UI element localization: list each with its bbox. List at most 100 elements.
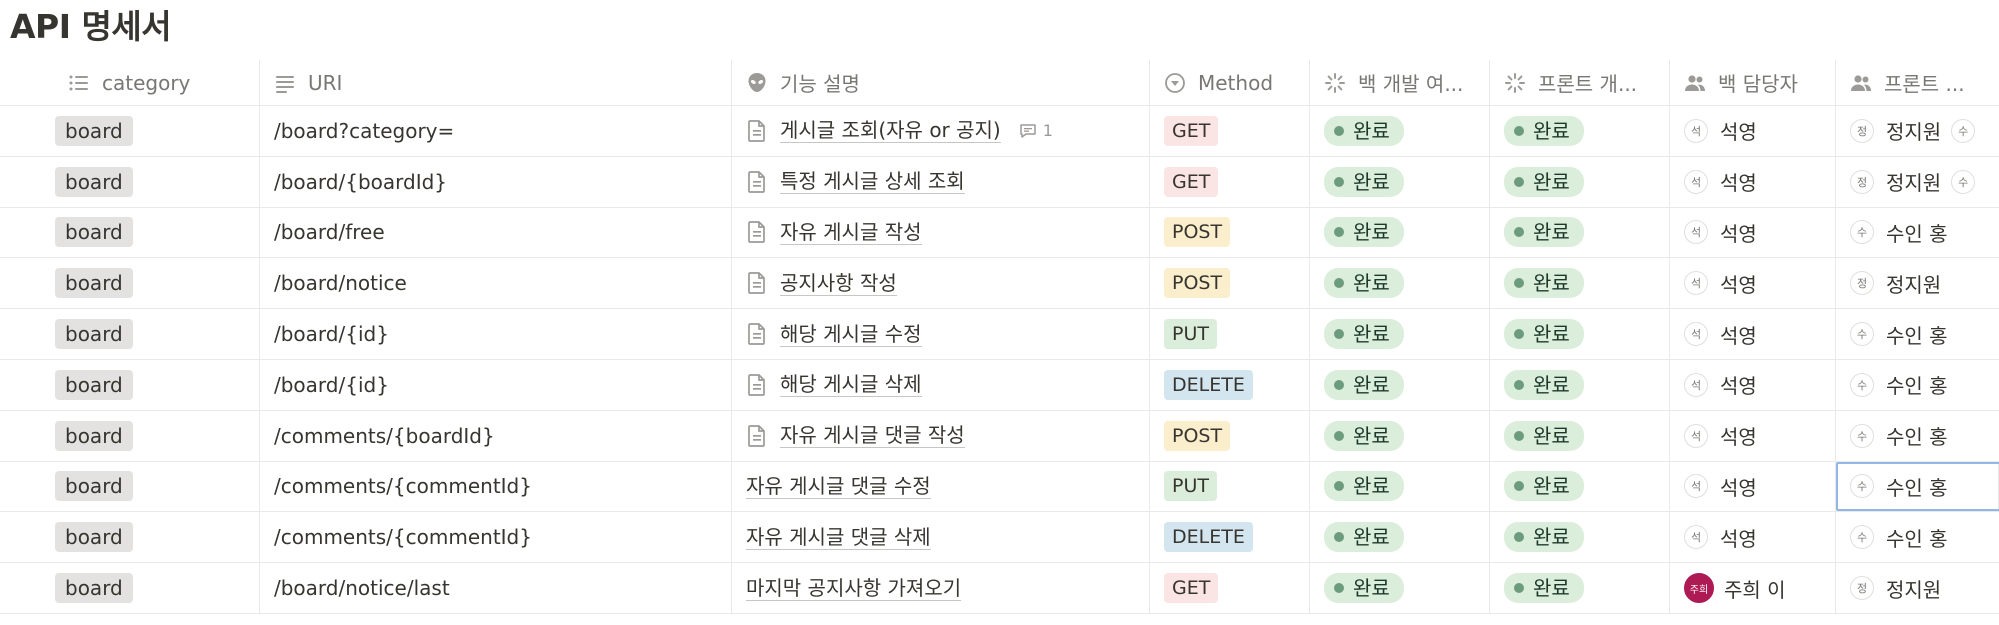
table-row[interactable]: board /comments/{boardId} 자유 게시글 댓글 작성 P… (0, 410, 1999, 462)
backend-owner-cell[interactable]: 석 석영 (1670, 207, 1836, 258)
backend-owner-cell[interactable]: 석 석영 (1670, 461, 1836, 512)
method-cell[interactable]: POST (1150, 207, 1310, 258)
frontend-owner-cell[interactable]: 수 수인 홍 (1836, 512, 1999, 562)
method-cell[interactable]: PUT (1150, 461, 1310, 512)
backend-progress-cell[interactable]: 완료 (1310, 156, 1490, 207)
table-row[interactable]: board /board/free 자유 게시글 작성 POST 완료 완료 석… (0, 207, 1999, 259)
backend-progress-cell[interactable]: 완료 (1310, 207, 1490, 258)
column-header-frontend-progress[interactable]: 프론트 개... (1490, 60, 1670, 105)
category-cell[interactable]: board (0, 156, 260, 207)
description-cell[interactable]: 자유 게시글 댓글 수정 (732, 461, 1150, 512)
frontend-progress-cell[interactable]: 완료 (1490, 410, 1670, 461)
table-row[interactable]: board /board/notice 공지사항 작성 POST 완료 완료 석… (0, 258, 1999, 310)
frontend-owner-cell[interactable]: 정 정지원 수 (1836, 106, 1999, 156)
description-cell[interactable]: 해당 게시글 삭제 (732, 359, 1150, 410)
backend-progress-cell[interactable]: 완료 (1310, 512, 1490, 563)
backend-owner-cell[interactable]: 석 석영 (1670, 309, 1836, 359)
page-link[interactable]: 공지사항 작성 (780, 271, 897, 296)
table-row[interactable]: board /comments/{commentId} 자유 게시글 댓글 수정… (0, 461, 1999, 513)
table-row[interactable]: board /board/{boardId} 특정 게시글 상세 조회 GET … (0, 156, 1999, 208)
category-cell[interactable]: board (0, 563, 260, 613)
table-row[interactable]: board /comments/{commentId} 자유 게시글 댓글 삭제… (0, 512, 1999, 564)
frontend-progress-cell[interactable]: 완료 (1490, 106, 1670, 156)
method-cell[interactable]: POST (1150, 410, 1310, 461)
column-header-backend-progress[interactable]: 백 개발 여... (1310, 60, 1490, 105)
column-header-category[interactable]: category (0, 60, 260, 105)
uri-cell[interactable]: /board/{id} (260, 309, 732, 359)
method-cell[interactable]: GET (1150, 563, 1310, 613)
column-header-uri[interactable]: URI (260, 60, 732, 105)
backend-progress-cell[interactable]: 완료 (1310, 359, 1490, 410)
frontend-owner-cell[interactable]: 정 정지원 수 (1836, 157, 1999, 207)
uri-cell[interactable]: /board/{id} (260, 359, 732, 410)
category-cell[interactable]: board (0, 258, 260, 309)
description-cell[interactable]: 자유 게시글 작성 (732, 207, 1150, 258)
method-cell[interactable]: GET (1150, 106, 1310, 156)
frontend-progress-cell[interactable]: 완료 (1490, 512, 1670, 563)
backend-owner-cell[interactable]: 석 석영 (1670, 156, 1836, 207)
frontend-progress-cell[interactable]: 완료 (1490, 461, 1670, 512)
backend-progress-cell[interactable]: 완료 (1310, 410, 1490, 461)
frontend-progress-cell[interactable]: 완료 (1490, 258, 1670, 309)
page-link[interactable]: 특정 게시글 상세 조회 (780, 169, 965, 195)
column-header-backend-owner[interactable]: 백 담당자 (1670, 60, 1836, 105)
category-cell[interactable]: board (0, 512, 260, 563)
category-cell[interactable]: board (0, 359, 260, 410)
column-header-method[interactable]: Method (1150, 60, 1310, 105)
frontend-progress-cell[interactable]: 완료 (1490, 156, 1670, 207)
uri-cell[interactable]: /comments/{commentId} (260, 512, 732, 563)
uri-cell[interactable]: /comments/{boardId} (260, 410, 732, 461)
backend-owner-cell[interactable]: 주희 주희 이 (1670, 563, 1836, 613)
backend-owner-cell[interactable]: 석 석영 (1670, 410, 1836, 461)
backend-progress-cell[interactable]: 완료 (1310, 106, 1490, 156)
category-cell[interactable]: board (0, 106, 260, 156)
frontend-owner-cell[interactable]: 정 정지원 (1836, 258, 1999, 308)
method-cell[interactable]: PUT (1150, 309, 1310, 359)
description-cell[interactable]: 자유 게시글 댓글 삭제 (732, 512, 1150, 563)
table-row[interactable]: board /board/{id} 해당 게시글 삭제 DELETE 완료 완료… (0, 359, 1999, 411)
page-link[interactable]: 마지막 공지사항 가져오기 (746, 576, 962, 601)
uri-cell[interactable]: /board/notice/last (260, 563, 732, 613)
category-cell[interactable]: board (0, 207, 260, 258)
page-link[interactable]: 자유 게시글 댓글 삭제 (746, 525, 931, 550)
frontend-owner-cell[interactable]: 수 수인 홍 (1836, 411, 1999, 461)
frontend-owner-cell[interactable]: 수 수인 홍 (1836, 208, 1999, 258)
frontend-owner-cell[interactable]: 수 수인 홍 (1836, 461, 1999, 512)
backend-progress-cell[interactable]: 완료 (1310, 563, 1490, 613)
page-link[interactable]: 자유 게시글 댓글 수정 (746, 474, 931, 499)
description-cell[interactable]: 게시글 조회(자유 or 공지) 1 (732, 106, 1150, 156)
page-link[interactable]: 해당 게시글 수정 (780, 322, 922, 347)
uri-cell[interactable]: /comments/{commentId} (260, 461, 732, 512)
backend-owner-cell[interactable]: 석 석영 (1670, 258, 1836, 309)
method-cell[interactable]: GET (1150, 156, 1310, 207)
table-row[interactable]: board /board?category= 게시글 조회(자유 or 공지) … (0, 106, 1999, 157)
frontend-progress-cell[interactable]: 완료 (1490, 563, 1670, 613)
table-row[interactable]: board /board/notice/last 마지막 공지사항 가져오기 G… (0, 563, 1999, 614)
category-cell[interactable]: board (0, 410, 260, 461)
method-cell[interactable]: DELETE (1150, 359, 1310, 410)
backend-progress-cell[interactable]: 완료 (1310, 258, 1490, 309)
method-cell[interactable]: DELETE (1150, 512, 1310, 563)
frontend-progress-cell[interactable]: 완료 (1490, 309, 1670, 359)
backend-owner-cell[interactable]: 석 석영 (1670, 106, 1836, 156)
comment-indicator[interactable]: 1 (1019, 121, 1053, 140)
category-cell[interactable]: board (0, 461, 260, 512)
backend-owner-cell[interactable]: 석 석영 (1670, 359, 1836, 410)
column-header-description[interactable]: 기능 설명 (732, 60, 1150, 105)
page-link[interactable]: 해당 게시글 삭제 (780, 372, 922, 398)
page-link[interactable]: 자유 게시글 댓글 작성 (780, 423, 965, 449)
description-cell[interactable]: 공지사항 작성 (732, 258, 1150, 309)
uri-cell[interactable]: /board/notice (260, 258, 732, 309)
method-cell[interactable]: POST (1150, 258, 1310, 309)
frontend-progress-cell[interactable]: 완료 (1490, 207, 1670, 258)
frontend-owner-cell[interactable]: 정 정지원 (1836, 563, 1999, 613)
description-cell[interactable]: 마지막 공지사항 가져오기 (732, 563, 1150, 613)
frontend-progress-cell[interactable]: 완료 (1490, 359, 1670, 410)
frontend-owner-cell[interactable]: 수 수인 홍 (1836, 360, 1999, 410)
description-cell[interactable]: 특정 게시글 상세 조회 (732, 156, 1150, 207)
backend-owner-cell[interactable]: 석 석영 (1670, 512, 1836, 563)
column-header-frontend-owner[interactable]: 프론트 ... (1836, 60, 1999, 105)
uri-cell[interactable]: /board?category= (260, 106, 732, 156)
backend-progress-cell[interactable]: 완료 (1310, 309, 1490, 359)
page-link[interactable]: 게시글 조회(자유 or 공지) (780, 118, 1001, 144)
